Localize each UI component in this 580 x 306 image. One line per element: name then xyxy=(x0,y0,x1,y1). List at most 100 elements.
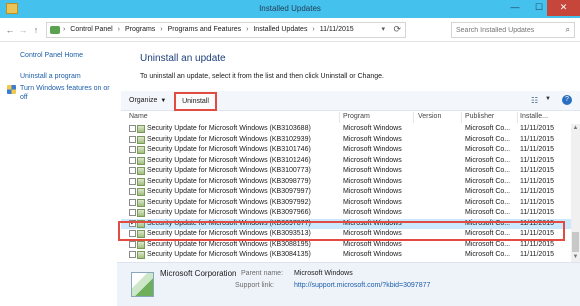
table-row[interactable]: Security Update for Microsoft Windows (K… xyxy=(121,229,571,240)
row-program: Microsoft Windows xyxy=(343,230,402,237)
table-row[interactable]: Security Update for Microsoft Windows (K… xyxy=(121,124,571,135)
row-checkbox[interactable] xyxy=(129,146,136,153)
row-installed-date: 11/11/2015 xyxy=(520,230,554,237)
help-icon[interactable]: ? xyxy=(562,95,572,105)
parent-name-label: Parent name: xyxy=(241,270,284,277)
update-icon xyxy=(137,209,145,217)
search-input[interactable] xyxy=(456,25,556,36)
breadcrumb-date[interactable]: 11/11/2015 xyxy=(320,26,354,33)
breadcrumb-separator: › xyxy=(63,26,66,33)
toolbar: Organize ▼ Uninstall ☷ ▼ ? xyxy=(121,91,580,111)
scroll-down-icon[interactable]: ▼ xyxy=(571,253,580,262)
support-link-value[interactable]: http://support.microsoft.com/?kbid=30978… xyxy=(294,282,430,289)
row-checkbox[interactable] xyxy=(129,167,136,174)
control-panel-home-link[interactable]: Control Panel Home xyxy=(20,51,83,60)
breadcrumb-control-panel[interactable]: Control Panel xyxy=(70,26,112,33)
row-publisher: Microsoft Co... xyxy=(465,135,511,143)
row-checkbox[interactable] xyxy=(129,219,136,227)
update-icon xyxy=(137,198,145,207)
row-publisher: Microsoft Co... xyxy=(465,240,511,248)
row-name: Security Update for Microsoft Windows (K… xyxy=(147,156,311,164)
row-program: Microsoft Windows xyxy=(343,251,402,258)
row-checkbox[interactable] xyxy=(129,188,136,195)
row-checkbox[interactable] xyxy=(129,209,136,216)
organize-label: Organize xyxy=(129,97,158,104)
row-program: Microsoft Windows xyxy=(343,167,402,174)
row-publisher: Microsoft Co... xyxy=(465,167,511,174)
row-publisher: Microsoft Co... xyxy=(465,251,511,258)
chevron-down-icon[interactable]: ▾ xyxy=(381,25,385,33)
address-bar[interactable]: › Control Panel › Programs › Programs an… xyxy=(46,22,406,38)
column-headers: Name Program Version Publisher Installe.… xyxy=(121,111,580,124)
breadcrumb-programs-and-features[interactable]: Programs and Features xyxy=(168,26,242,33)
back-arrow-icon[interactable]: ← xyxy=(4,24,16,36)
minimize-button[interactable]: — xyxy=(503,0,527,16)
column-divider[interactable] xyxy=(413,112,414,123)
row-installed-date: 11/11/2015 xyxy=(520,188,554,195)
row-name: Security Update for Microsoft Windows (K… xyxy=(147,135,311,143)
table-row[interactable]: Security Update for Microsoft Windows (K… xyxy=(121,135,571,146)
table-row[interactable]: Security Update for Microsoft Windows (K… xyxy=(121,240,571,251)
uninstall-program-link[interactable]: Uninstall a program xyxy=(20,72,81,81)
table-row[interactable]: Security Update for Microsoft Windows (K… xyxy=(121,208,571,219)
table-row[interactable]: Security Update for Microsoft Windows (K… xyxy=(121,166,571,177)
row-installed-date: 11/11/2015 xyxy=(520,251,554,258)
table-row[interactable]: Security Update for Microsoft Windows (K… xyxy=(121,145,571,156)
row-name: Security Update for Microsoft Windows (K… xyxy=(147,198,311,206)
column-header-name[interactable]: Name xyxy=(129,113,148,120)
row-installed-date: 11/11/2015 xyxy=(520,177,554,185)
column-header-version[interactable]: Version xyxy=(418,113,441,120)
breadcrumb-programs[interactable]: Programs xyxy=(125,26,155,33)
row-program: Microsoft Windows xyxy=(343,198,402,206)
row-installed-date: 11/11/2015 xyxy=(520,125,554,132)
row-program: Microsoft Windows xyxy=(343,240,402,248)
row-checkbox[interactable] xyxy=(129,240,136,248)
table-row[interactable]: Security Update for Microsoft Windows (K… xyxy=(121,187,571,198)
forward-arrow-icon[interactable]: → xyxy=(17,24,29,36)
uninstall-button[interactable]: Uninstall xyxy=(174,92,217,111)
scrollbar-thumb[interactable] xyxy=(572,232,579,252)
row-publisher: Microsoft Co... xyxy=(465,209,511,216)
column-divider[interactable] xyxy=(461,112,462,123)
update-icon xyxy=(137,125,145,133)
row-publisher: Microsoft Co... xyxy=(465,177,511,185)
breadcrumb-installed-updates[interactable]: Installed Updates xyxy=(253,26,307,33)
row-installed-date: 11/11/2015 xyxy=(520,209,554,216)
windows-features-link[interactable]: Turn Windows features on or off xyxy=(20,84,116,102)
column-divider[interactable] xyxy=(339,112,340,123)
column-header-program[interactable]: Program xyxy=(343,113,370,120)
organize-button[interactable]: Organize ▼ xyxy=(129,97,166,104)
breadcrumb-separator: › xyxy=(312,26,315,33)
scroll-up-icon[interactable]: ▲ xyxy=(571,124,580,133)
close-button[interactable]: ✕ xyxy=(547,0,580,16)
table-row[interactable]: Security Update for Microsoft Windows (K… xyxy=(121,218,571,229)
table-row[interactable]: Security Update for Microsoft Windows (K… xyxy=(121,250,571,261)
row-checkbox[interactable] xyxy=(129,198,136,206)
chevron-down-icon: ▼ xyxy=(160,98,167,104)
column-header-installed[interactable]: Installe... xyxy=(520,113,548,120)
table-row[interactable]: Security Update for Microsoft Windows (K… xyxy=(121,177,571,188)
table-row[interactable]: Security Update for Microsoft Windows (K… xyxy=(121,156,571,167)
column-header-publisher[interactable]: Publisher xyxy=(465,113,494,120)
chevron-down-icon[interactable]: ▼ xyxy=(545,96,551,102)
vertical-scrollbar[interactable]: ▲ ▼ xyxy=(571,124,580,262)
refresh-icon[interactable]: ⟳ xyxy=(393,24,401,35)
row-checkbox[interactable] xyxy=(129,251,136,258)
update-package-icon xyxy=(131,272,154,297)
row-checkbox[interactable] xyxy=(129,177,136,185)
update-icon xyxy=(137,156,145,165)
row-installed-date: 11/11/2015 xyxy=(520,240,554,248)
row-checkbox[interactable] xyxy=(129,230,136,237)
search-box[interactable]: ⌕ xyxy=(451,22,575,38)
table-row[interactable]: Security Update for Microsoft Windows (K… xyxy=(121,198,571,209)
page-description: To uninstall an update, select it from t… xyxy=(140,73,384,80)
view-options-icon[interactable]: ☷ xyxy=(531,96,538,105)
row-checkbox[interactable] xyxy=(129,156,136,164)
column-divider[interactable] xyxy=(517,112,518,123)
row-checkbox[interactable] xyxy=(129,125,136,132)
up-arrow-icon[interactable]: ↑ xyxy=(30,24,42,36)
search-icon[interactable]: ⌕ xyxy=(566,25,570,35)
page-title: Uninstall an update xyxy=(140,53,226,64)
row-checkbox[interactable] xyxy=(129,135,136,143)
update-icon xyxy=(137,135,145,144)
